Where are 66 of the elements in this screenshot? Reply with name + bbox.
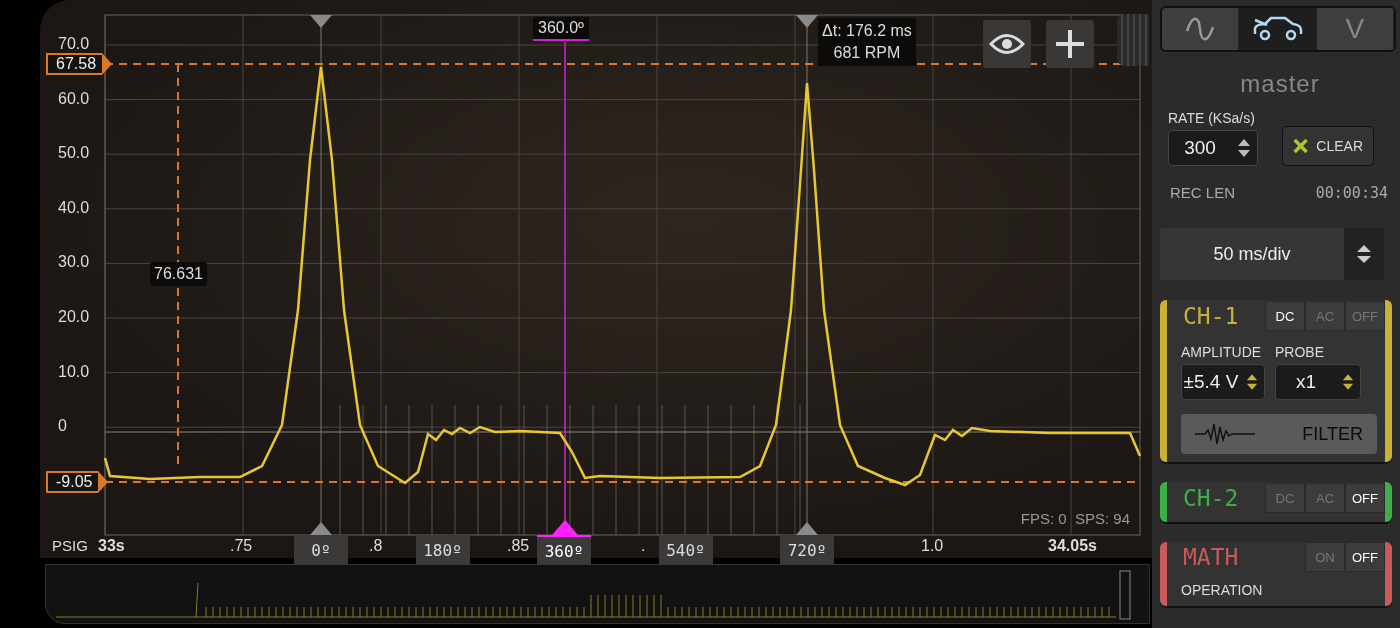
rate-spinner[interactable]: 300 (1168, 130, 1258, 166)
handle-icon[interactable] (310, 15, 332, 28)
sine-wave-icon (1185, 17, 1216, 41)
timebase-select[interactable]: 50 ms/div (1160, 228, 1384, 280)
axis-label: 10.0 (58, 361, 90, 382)
rate-label: RATE (KSa/s) (1168, 110, 1256, 126)
axis-label: . (641, 537, 646, 555)
spinner-arrows-icon (1237, 137, 1251, 159)
unit-label: PSIG (52, 537, 88, 554)
delta-time: Δt: 176.2 ms (822, 21, 912, 41)
color-stripe (1385, 482, 1392, 522)
axis-label: 50.0 (58, 143, 90, 164)
cursor-value: 76.631 (150, 262, 207, 286)
pointer-icon (102, 53, 113, 75)
coupling-button[interactable]: OFF (1345, 542, 1385, 572)
axis-label: .8 (369, 537, 383, 555)
mode-tab[interactable] (1162, 8, 1240, 50)
eye-icon (989, 33, 1025, 55)
degree-marker[interactable]: 540º (658, 535, 713, 565)
eye-button[interactable] (983, 20, 1031, 68)
degree-marker[interactable]: 360º (537, 535, 591, 565)
handle-icon[interactable] (796, 15, 818, 28)
position-marker[interactable] (1119, 570, 1131, 620)
axis-label: .85 (507, 537, 530, 555)
add-button[interactable] (1046, 20, 1094, 68)
degree-marker[interactable]: 0º (294, 535, 348, 565)
spinner-arrows-icon (1246, 372, 1258, 392)
probe-spinner[interactable]: x1 (1275, 364, 1361, 400)
axis-label: 30.0 (58, 252, 90, 273)
car-icon (1251, 16, 1304, 42)
channel-name: MATH (1182, 544, 1239, 570)
degree-marker[interactable]: 180º (415, 535, 470, 565)
axis-label: 20.0 (58, 307, 90, 327)
axis-label: 60.0 (58, 88, 90, 109)
coupling-button[interactable]: DC (1265, 301, 1305, 331)
axis-label: 0 (58, 416, 67, 437)
rec-len-label: REC LEN (1170, 184, 1236, 202)
drawer-handle[interactable] (1117, 14, 1149, 66)
clear-button[interactable]: CLEAR (1282, 126, 1374, 166)
panel-title: master (1239, 70, 1321, 98)
channel-name: CH-1 (1182, 303, 1239, 329)
end-time: 34.05s (1048, 537, 1097, 555)
spinner-arrows-icon (1342, 372, 1354, 392)
x-icon (1293, 137, 1309, 155)
phase-cursor-label[interactable]: 360.0º (533, 17, 589, 41)
axis-label: .75 (230, 537, 253, 555)
degree-marker[interactable]: 720º (780, 535, 834, 565)
wave-icon (1195, 422, 1255, 446)
spinner-arrows-icon (1356, 243, 1372, 265)
plus-icon (1055, 29, 1085, 59)
pointer-icon (98, 471, 109, 493)
stats-readout: FPS: 0 SPS: 94 (1020, 510, 1130, 527)
channel-name: CH-2 (1182, 485, 1239, 511)
mode-tab[interactable] (1239, 8, 1317, 50)
operation-label: OPERATION (1180, 581, 1264, 598)
probe-label: PROBE (1275, 344, 1325, 360)
color-stripe (1385, 542, 1392, 606)
rec-len-value: 00:00:34 (1315, 184, 1388, 202)
coupling-button[interactable]: OFF (1345, 483, 1385, 513)
amplitude-label: AMPLITUDE (1181, 344, 1263, 360)
axis-label: 40.0 (58, 197, 90, 218)
start-time: 33s (98, 537, 125, 555)
axis-label: 1.0 (921, 537, 944, 555)
axis-label: 70.0 (58, 34, 90, 54)
rpm-readout: 681 RPM (833, 43, 901, 63)
amplitude-spinner[interactable]: ±5.4 V (1181, 364, 1265, 400)
